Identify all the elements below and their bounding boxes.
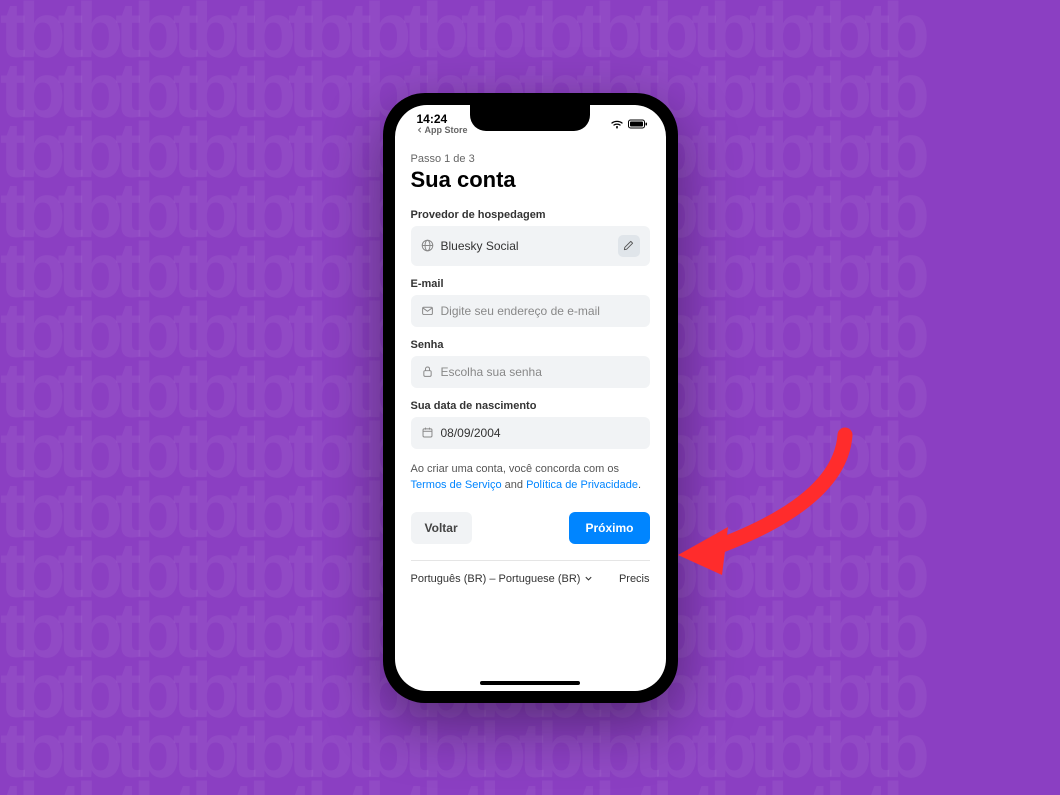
email-field[interactable]: Digite seu endereço de e-mail <box>411 295 650 327</box>
divider <box>411 560 650 561</box>
provider-field[interactable]: Bluesky Social <box>411 226 650 266</box>
birthdate-field[interactable]: 08/09/2004 <box>411 417 650 449</box>
phone-screen: 14:24 App Store Passo 1 de 3 Sua conta P… <box>395 105 666 691</box>
next-button[interactable]: Próximo <box>569 512 649 544</box>
email-placeholder: Digite seu endereço de e-mail <box>441 304 640 318</box>
password-placeholder: Escolha sua senha <box>441 365 640 379</box>
pencil-icon <box>623 240 634 251</box>
birthdate-label: Sua data de nascimento <box>411 400 650 412</box>
help-link[interactable]: Precis <box>619 573 650 585</box>
status-back-link[interactable]: App Store <box>417 126 468 135</box>
provider-label: Provedor de hospedagem <box>411 209 650 221</box>
status-time: 14:24 <box>417 113 468 125</box>
phone-frame: 14:24 App Store Passo 1 de 3 Sua conta P… <box>383 93 678 703</box>
privacy-policy-link[interactable]: Política de Privacidade <box>526 479 638 491</box>
footer-row: Português (BR) – Portuguese (BR) Precis <box>411 573 650 585</box>
calendar-icon <box>421 426 434 439</box>
password-field[interactable]: Escolha sua senha <box>411 356 650 388</box>
mail-icon <box>421 304 434 317</box>
back-chevron-icon <box>417 127 423 133</box>
button-row: Voltar Próximo <box>411 512 650 544</box>
home-indicator[interactable] <box>480 681 580 685</box>
chevron-down-icon <box>584 574 593 583</box>
edit-provider-button[interactable] <box>618 235 640 257</box>
step-label: Passo 1 de 3 <box>411 153 650 165</box>
email-label: E-mail <box>411 278 650 290</box>
globe-icon <box>421 239 434 252</box>
battery-icon <box>628 119 648 129</box>
terms-of-service-link[interactable]: Termos de Serviço <box>411 479 502 491</box>
wifi-icon <box>610 119 624 129</box>
back-button[interactable]: Voltar <box>411 512 472 544</box>
password-label: Senha <box>411 339 650 351</box>
language-selector[interactable]: Português (BR) – Portuguese (BR) <box>411 573 594 585</box>
lock-icon <box>421 365 434 378</box>
content-area: Passo 1 de 3 Sua conta Provedor de hospe… <box>395 143 666 595</box>
birthdate-value: 08/09/2004 <box>441 426 640 440</box>
phone-notch <box>470 105 590 131</box>
terms-text: Ao criar uma conta, você concorda com os… <box>411 461 650 494</box>
page-title: Sua conta <box>411 167 650 193</box>
provider-value: Bluesky Social <box>441 239 611 253</box>
